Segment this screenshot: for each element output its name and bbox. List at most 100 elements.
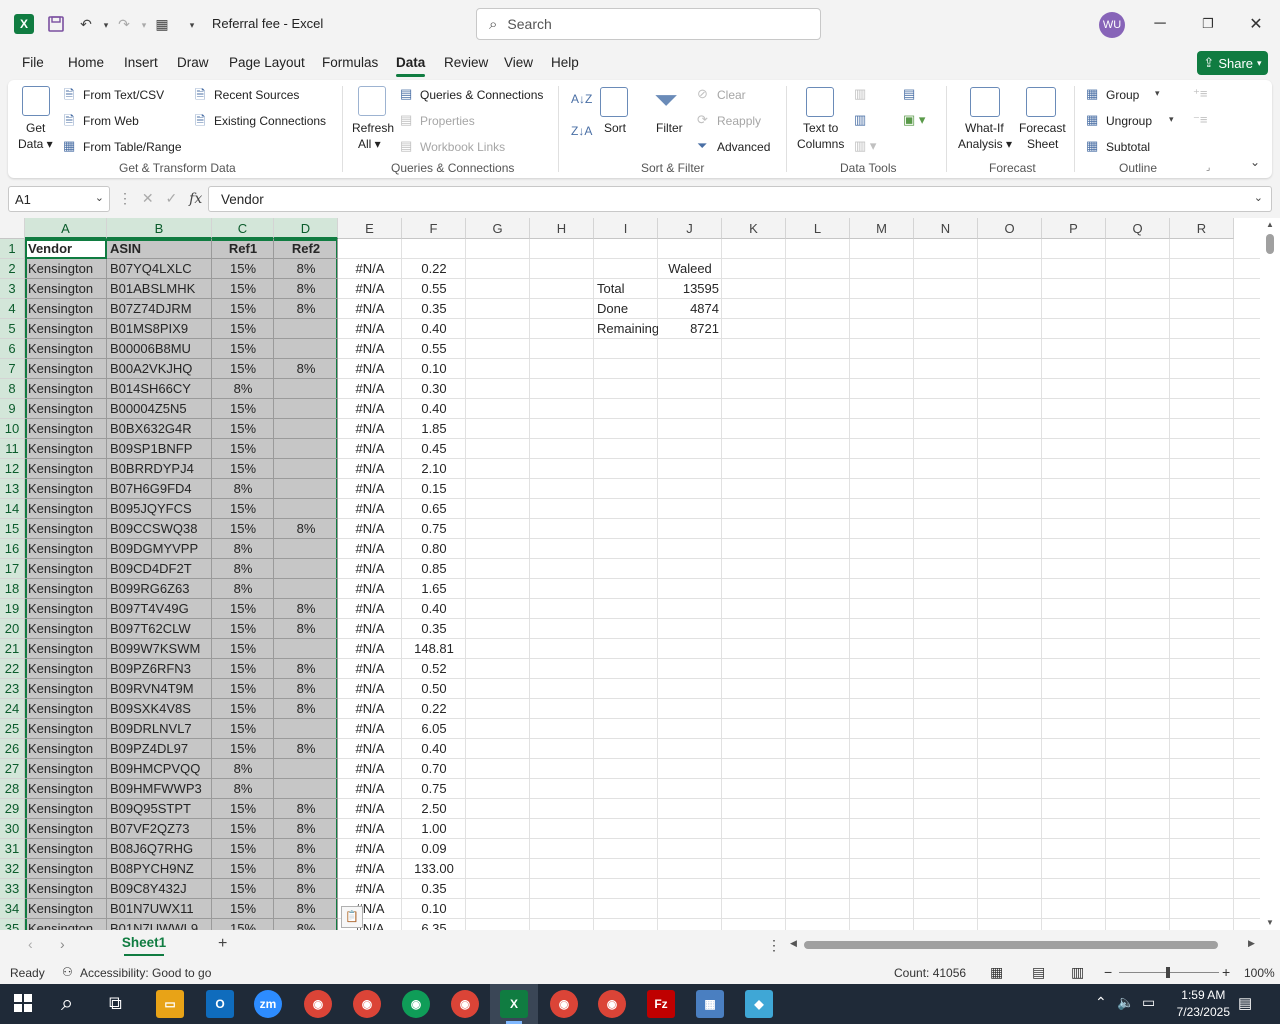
tab-file[interactable]: File (22, 55, 44, 70)
ref1-cell[interactable]: 8% (212, 559, 274, 579)
value-cell[interactable]: 0.75 (402, 519, 466, 539)
value-cell[interactable]: 1.65 (402, 579, 466, 599)
vendor-cell[interactable]: Kensington (25, 259, 107, 279)
ref1-cell[interactable]: 15% (212, 419, 274, 439)
tab-data[interactable]: Data (396, 55, 426, 77)
value-cell[interactable]: 0.50 (402, 679, 466, 699)
header-cell-asin[interactable]: ASIN (107, 239, 212, 259)
group-dropdown-icon[interactable]: ▾ (1155, 88, 1160, 99)
select-all-corner[interactable] (0, 218, 25, 239)
asin-cell[interactable]: B09Q95STPT (107, 799, 212, 819)
workbook-links-button[interactable]: Workbook Links (420, 140, 505, 154)
ref2-cell[interactable]: 8% (274, 519, 338, 539)
get-data-icon[interactable] (22, 86, 50, 116)
ref2-cell[interactable] (274, 779, 338, 799)
value-cell[interactable]: 1.85 (402, 419, 466, 439)
asin-cell[interactable]: B01MS8PIX9 (107, 319, 212, 339)
row-header[interactable]: 33 (0, 879, 25, 899)
subtotal-button[interactable]: Subtotal (1106, 140, 1150, 154)
column-header-l[interactable]: L (786, 218, 850, 239)
ref1-cell[interactable]: 15% (212, 279, 274, 299)
value-cell[interactable]: 2.50 (402, 799, 466, 819)
ref1-cell[interactable]: 15% (212, 899, 274, 919)
header-cell-ref2[interactable]: Ref2 (274, 239, 338, 259)
ref2-cell[interactable]: 8% (274, 839, 338, 859)
filezilla-icon[interactable]: Fz (647, 990, 675, 1018)
value-cell[interactable]: 148.81 (402, 639, 466, 659)
asin-cell[interactable]: B00A2VKJHQ (107, 359, 212, 379)
asin-cell[interactable]: B01N7UWX11 (107, 899, 212, 919)
tab-page-layout[interactable]: Page Layout (229, 55, 305, 70)
lookup-cell[interactable]: #N/A (338, 439, 402, 459)
row-header[interactable]: 26 (0, 739, 25, 759)
vendor-cell[interactable]: Kensington (25, 539, 107, 559)
row-header[interactable]: 32 (0, 859, 25, 879)
horizontal-scrollbar[interactable]: ◀ ▶ (790, 936, 1260, 954)
from-text-csv-button[interactable]: From Text/CSV (83, 88, 164, 102)
ref2-cell[interactable]: 8% (274, 739, 338, 759)
lookup-cell[interactable]: #N/A (338, 559, 402, 579)
row-header[interactable]: 6 (0, 339, 25, 359)
ref2-cell[interactable] (274, 539, 338, 559)
file-explorer-icon[interactable]: ▭ (156, 990, 184, 1018)
value-cell[interactable]: 0.45 (402, 439, 466, 459)
get-data-button[interactable]: Get (26, 121, 45, 135)
column-header-k[interactable]: K (722, 218, 786, 239)
cancel-icon[interactable]: ✕ (142, 190, 154, 206)
ref2-cell[interactable]: 8% (274, 599, 338, 619)
value-cell[interactable]: 0.15 (402, 479, 466, 499)
value-cell[interactable]: 0.40 (402, 599, 466, 619)
relationships-icon[interactable]: ▣ ▾ (903, 112, 925, 128)
asin-cell[interactable]: B099RG6Z63 (107, 579, 212, 599)
paste-options-icon[interactable]: 📋 (341, 906, 363, 928)
row-header[interactable]: 19 (0, 599, 25, 619)
zoom-slider[interactable] (1119, 967, 1219, 978)
ref2-cell[interactable] (274, 319, 338, 339)
lookup-cell[interactable]: #N/A (338, 379, 402, 399)
row-header[interactable]: 16 (0, 539, 25, 559)
summary-value-cell[interactable]: 4874 (658, 299, 722, 319)
ref1-cell[interactable]: 15% (212, 699, 274, 719)
value-cell[interactable]: 0.40 (402, 399, 466, 419)
undo-dropdown-icon[interactable]: ▾ (96, 15, 116, 35)
asin-cell[interactable]: B09CCSWQ38 (107, 519, 212, 539)
value-cell[interactable]: 0.22 (402, 699, 466, 719)
asin-cell[interactable]: B09SP1BNFP (107, 439, 212, 459)
row-header[interactable]: 12 (0, 459, 25, 479)
dialog-launcher-icon[interactable]: ⌟ (1206, 162, 1210, 173)
what-if-button[interactable]: What-If (965, 121, 1004, 135)
calculator-app-icon[interactable]: ▦ (696, 990, 724, 1018)
sort-icon[interactable] (600, 87, 628, 117)
ref1-cell[interactable]: 15% (212, 679, 274, 699)
value-cell[interactable]: 0.80 (402, 539, 466, 559)
avatar[interactable]: WU (1099, 12, 1125, 38)
column-header-d[interactable]: D (274, 218, 338, 239)
vendor-cell[interactable]: Kensington (25, 379, 107, 399)
ref2-cell[interactable] (274, 479, 338, 499)
value-cell[interactable]: 0.65 (402, 499, 466, 519)
lookup-cell[interactable]: #N/A (338, 579, 402, 599)
value-cell[interactable]: 2.10 (402, 459, 466, 479)
value-cell[interactable]: 0.35 (402, 299, 466, 319)
row-header[interactable]: 27 (0, 759, 25, 779)
row-header[interactable]: 18 (0, 579, 25, 599)
from-table-range-button[interactable]: From Table/Range (83, 140, 182, 154)
column-header-q[interactable]: Q (1106, 218, 1170, 239)
zoom-slider-thumb[interactable] (1166, 967, 1170, 978)
lookup-cell[interactable]: #N/A (338, 499, 402, 519)
ref1-cell[interactable]: 8% (212, 479, 274, 499)
save-icon[interactable] (46, 14, 66, 34)
calculator-icon[interactable]: ▦ (152, 14, 172, 34)
vendor-cell[interactable]: Kensington (25, 519, 107, 539)
ref1-cell[interactable]: 15% (212, 499, 274, 519)
column-header-b[interactable]: B (107, 218, 212, 239)
ref2-cell[interactable]: 8% (274, 619, 338, 639)
queries-connections-button[interactable]: Queries & Connections (420, 88, 543, 102)
close-icon[interactable]: ✕ (1244, 12, 1268, 36)
ref1-cell[interactable]: 15% (212, 359, 274, 379)
row-header[interactable]: 2 (0, 259, 25, 279)
ref2-cell[interactable]: 8% (274, 299, 338, 319)
tab-help[interactable]: Help (551, 55, 579, 70)
spreadsheet-grid[interactable]: A B C D E F G H I J K L M N O P Q R 1 2 3 4 5 6 7 8 9 10 11 12 13 14 15 1… (0, 218, 1280, 930)
row-header[interactable]: 22 (0, 659, 25, 679)
